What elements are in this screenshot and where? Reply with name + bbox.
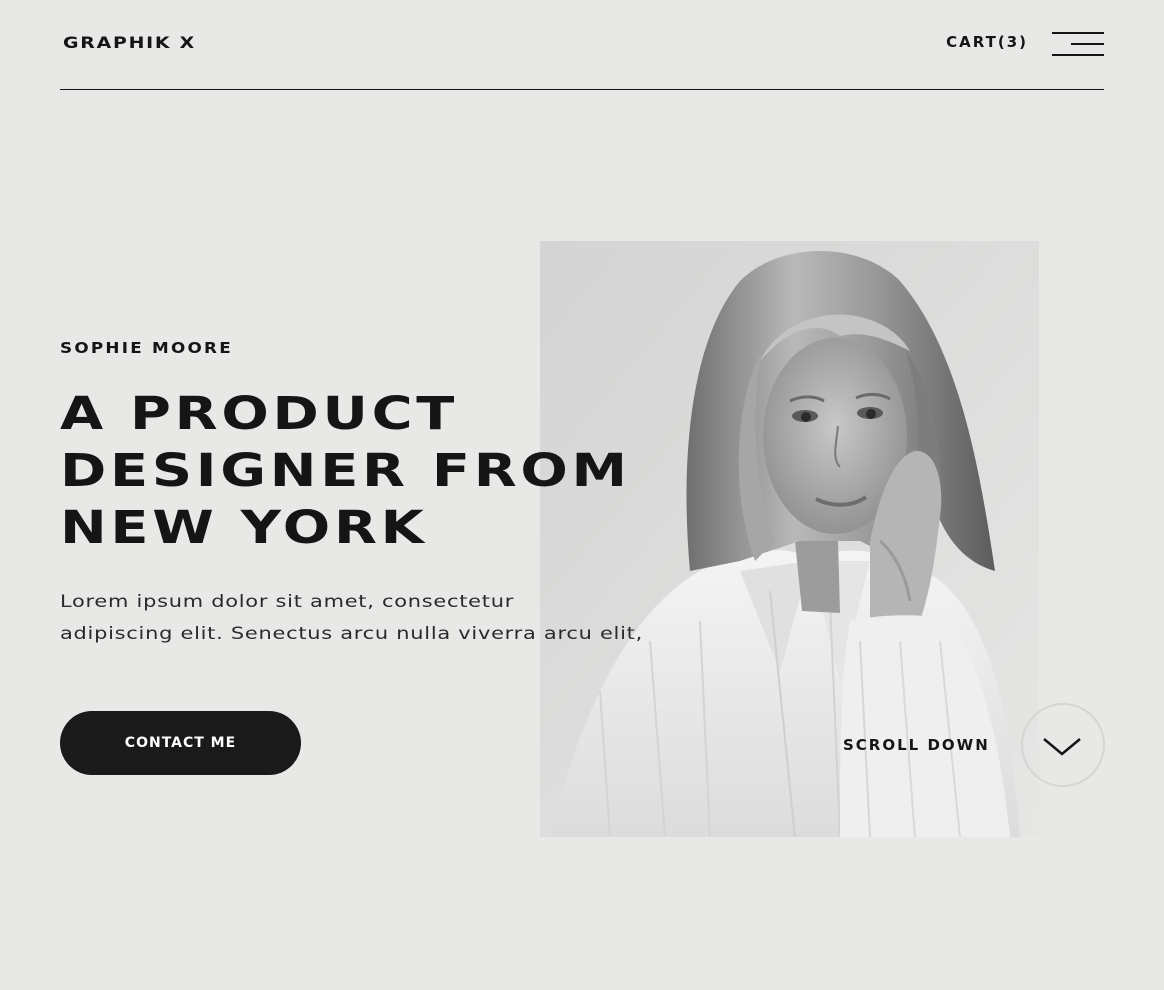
headline-line: DESIGNER FROM <box>60 444 631 497</box>
hero-headline: A PRODUCT DESIGNER FROM NEW YORK <box>60 385 705 556</box>
header-divider <box>60 89 1104 90</box>
chevron-down-icon <box>1043 738 1081 756</box>
menu-bar-top <box>1052 32 1104 34</box>
menu-bar-bottom <box>1052 54 1104 56</box>
headline-line: NEW YORK <box>60 501 428 554</box>
scroll-down-label: SCROLL DOWN <box>843 736 990 754</box>
headline-line: A PRODUCT <box>60 387 459 440</box>
designer-name: SOPHIE MOORE <box>60 339 233 357</box>
description-line: adipiscing elit. Senectus arcu nulla viv… <box>60 624 643 644</box>
description-line: Lorem ipsum dolor sit amet, consectetur <box>60 592 515 612</box>
cart-link[interactable]: CART(3) <box>946 33 1028 51</box>
logo[interactable]: GRAPHIK X <box>63 33 196 52</box>
contact-me-button[interactable]: CONTACT ME <box>60 711 301 775</box>
hamburger-menu-icon[interactable] <box>1052 30 1104 60</box>
scroll-down-circle[interactable] <box>1021 703 1105 787</box>
menu-bar-middle <box>1071 43 1104 45</box>
hero-description: Lorem ipsum dolor sit amet, consectetur … <box>60 586 749 650</box>
